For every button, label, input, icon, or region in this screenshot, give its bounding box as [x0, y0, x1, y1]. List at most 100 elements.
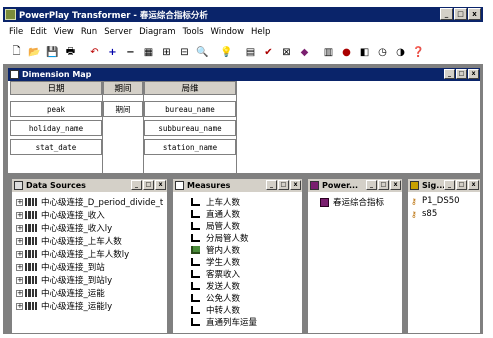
- close-button[interactable]: x: [468, 8, 481, 20]
- measure-item[interactable]: 直通人数: [191, 208, 240, 220]
- menu-run[interactable]: Run: [81, 27, 97, 37]
- dimension-map-titlebar[interactable]: Dimension Map _ □ x: [8, 68, 480, 81]
- powercubes-titlebar[interactable]: Power... _ □ x: [308, 179, 402, 192]
- expand-icon[interactable]: +: [16, 211, 23, 219]
- data-sources-titlebar[interactable]: Data Sources _ □ x: [12, 179, 167, 192]
- close-button[interactable]: x: [290, 180, 301, 190]
- find-icon[interactable]: 🔍: [194, 44, 211, 61]
- insert-icon[interactable]: +: [104, 44, 121, 61]
- measure-item[interactable]: 管内人数: [191, 244, 240, 256]
- measure-item[interactable]: 发送人数: [191, 280, 240, 292]
- minimize-button[interactable]: _: [131, 180, 142, 190]
- lightbulb-icon[interactable]: 💡: [218, 44, 235, 61]
- dimension-header[interactable]: 局维: [144, 81, 236, 95]
- maximize-button[interactable]: □: [454, 8, 467, 20]
- open-icon[interactable]: 📂: [26, 44, 43, 61]
- close-button[interactable]: x: [468, 69, 479, 79]
- palette-icon[interactable]: ●: [338, 44, 355, 61]
- close-button[interactable]: x: [390, 180, 401, 190]
- minimize-button[interactable]: _: [266, 180, 277, 190]
- powercube-item[interactable]: 春运综合指标: [320, 196, 384, 208]
- data-source-item[interactable]: + 中心级连接_上车人数: [16, 235, 122, 247]
- scope-icon[interactable]: ⊠: [278, 44, 295, 61]
- minimize-button[interactable]: _: [444, 69, 455, 79]
- expand-icon[interactable]: +: [16, 250, 23, 258]
- signon-item[interactable]: ⚷ s85: [411, 209, 437, 219]
- data-source-item[interactable]: + 中心级连接_到站: [16, 261, 105, 273]
- update-icon[interactable]: ◧: [356, 44, 373, 61]
- level-cell[interactable]: bureau_name: [144, 101, 236, 117]
- close-button[interactable]: x: [468, 180, 479, 190]
- level-cell[interactable]: subbureau_name: [144, 120, 236, 136]
- expand-icon[interactable]: +: [16, 224, 23, 232]
- measure-item[interactable]: 客票收入: [191, 268, 240, 280]
- cube-build-icon[interactable]: ◆: [296, 44, 313, 61]
- query-icon: [25, 237, 37, 245]
- menu-help[interactable]: Help: [251, 27, 270, 37]
- delete-icon[interactable]: −: [122, 44, 139, 61]
- print-icon[interactable]: 🖶: [62, 44, 79, 61]
- data-source-item[interactable]: + 中心级连接_运能ly: [16, 300, 112, 312]
- data-source-label: 中心级连接_运能: [41, 289, 105, 299]
- measure-item[interactable]: 上车人数: [191, 196, 240, 208]
- measure-item[interactable]: 局管人数: [191, 220, 240, 232]
- data-source-item[interactable]: + 中心级连接_收入: [16, 209, 105, 221]
- table-icon[interactable]: ⊟: [176, 44, 193, 61]
- menu-file[interactable]: File: [9, 27, 23, 37]
- help-icon[interactable]: ❓: [410, 44, 427, 61]
- signon-item[interactable]: ⚷ P1_DS50: [411, 196, 460, 206]
- menu-view[interactable]: View: [54, 27, 74, 37]
- minimize-button[interactable]: _: [366, 180, 377, 190]
- measures-titlebar[interactable]: Measures _ □ x: [173, 179, 302, 192]
- clock-icon[interactable]: ◷: [374, 44, 391, 61]
- dimension-header[interactable]: 期间: [103, 81, 143, 95]
- close-button[interactable]: x: [155, 180, 166, 190]
- signons-titlebar[interactable]: Sig... _ □ x: [408, 179, 480, 192]
- minimize-button[interactable]: _: [440, 8, 453, 20]
- expand-icon[interactable]: +: [16, 302, 23, 310]
- expand-icon[interactable]: +: [16, 289, 23, 297]
- expand-icon[interactable]: +: [16, 198, 23, 206]
- level-cell[interactable]: 期间: [103, 101, 143, 117]
- data-source-item[interactable]: + 中心级连接_到站ly: [16, 274, 112, 286]
- expand-icon[interactable]: +: [16, 276, 23, 284]
- data-source-item[interactable]: + 中心级连接_收入ly: [16, 222, 112, 234]
- undo-icon[interactable]: ↶: [86, 44, 103, 61]
- menu-edit[interactable]: Edit: [30, 27, 46, 37]
- maximize-button[interactable]: □: [456, 69, 467, 79]
- new-icon[interactable]: 🗋: [8, 44, 25, 61]
- app-titlebar[interactable]: PowerPlay Transformer - 春运综合指标分析 _ □ x: [3, 7, 483, 22]
- level-cell[interactable]: station_name: [144, 139, 236, 155]
- measure-item[interactable]: 学生人数: [191, 256, 240, 268]
- calculator-icon[interactable]: ▤: [242, 44, 259, 61]
- maximize-button[interactable]: □: [143, 180, 154, 190]
- minimize-button[interactable]: _: [444, 180, 455, 190]
- save-icon[interactable]: 💾: [44, 44, 61, 61]
- cube-icon[interactable]: ⊞: [158, 44, 175, 61]
- measure-item[interactable]: 直通列车运量: [191, 316, 257, 328]
- info-icon[interactable]: ◑: [392, 44, 409, 61]
- level-cell[interactable]: holiday_name: [10, 120, 102, 136]
- measure-item[interactable]: 公免人数: [191, 292, 240, 304]
- menu-server[interactable]: Server: [104, 27, 132, 37]
- dimension-header[interactable]: 日期: [10, 81, 102, 95]
- data-source-item[interactable]: + 中心级连接_运能: [16, 287, 105, 299]
- menu-diagram[interactable]: Diagram: [139, 27, 176, 37]
- check-icon[interactable]: ✔: [260, 44, 277, 61]
- expand-icon[interactable]: +: [16, 263, 23, 271]
- maximize-button[interactable]: □: [456, 180, 467, 190]
- expand-icon[interactable]: +: [16, 237, 23, 245]
- menu-window[interactable]: Window: [211, 27, 245, 37]
- level-cell[interactable]: stat_date: [10, 139, 102, 155]
- measure-label: 学生人数: [206, 258, 241, 268]
- menu-tools[interactable]: Tools: [183, 27, 204, 37]
- dim-map-icon[interactable]: ▦: [140, 44, 157, 61]
- data-source-item[interactable]: + 中心级连接_D_period_divide_t: [16, 196, 163, 208]
- report-icon[interactable]: ▥: [320, 44, 337, 61]
- measure-item[interactable]: 中转人数: [191, 304, 240, 316]
- level-cell[interactable]: peak: [10, 101, 102, 117]
- maximize-button[interactable]: □: [278, 180, 289, 190]
- maximize-button[interactable]: □: [378, 180, 389, 190]
- data-source-item[interactable]: + 中心级连接_上车人数ly: [16, 248, 129, 260]
- measure-item[interactable]: 分局管人数: [191, 232, 249, 244]
